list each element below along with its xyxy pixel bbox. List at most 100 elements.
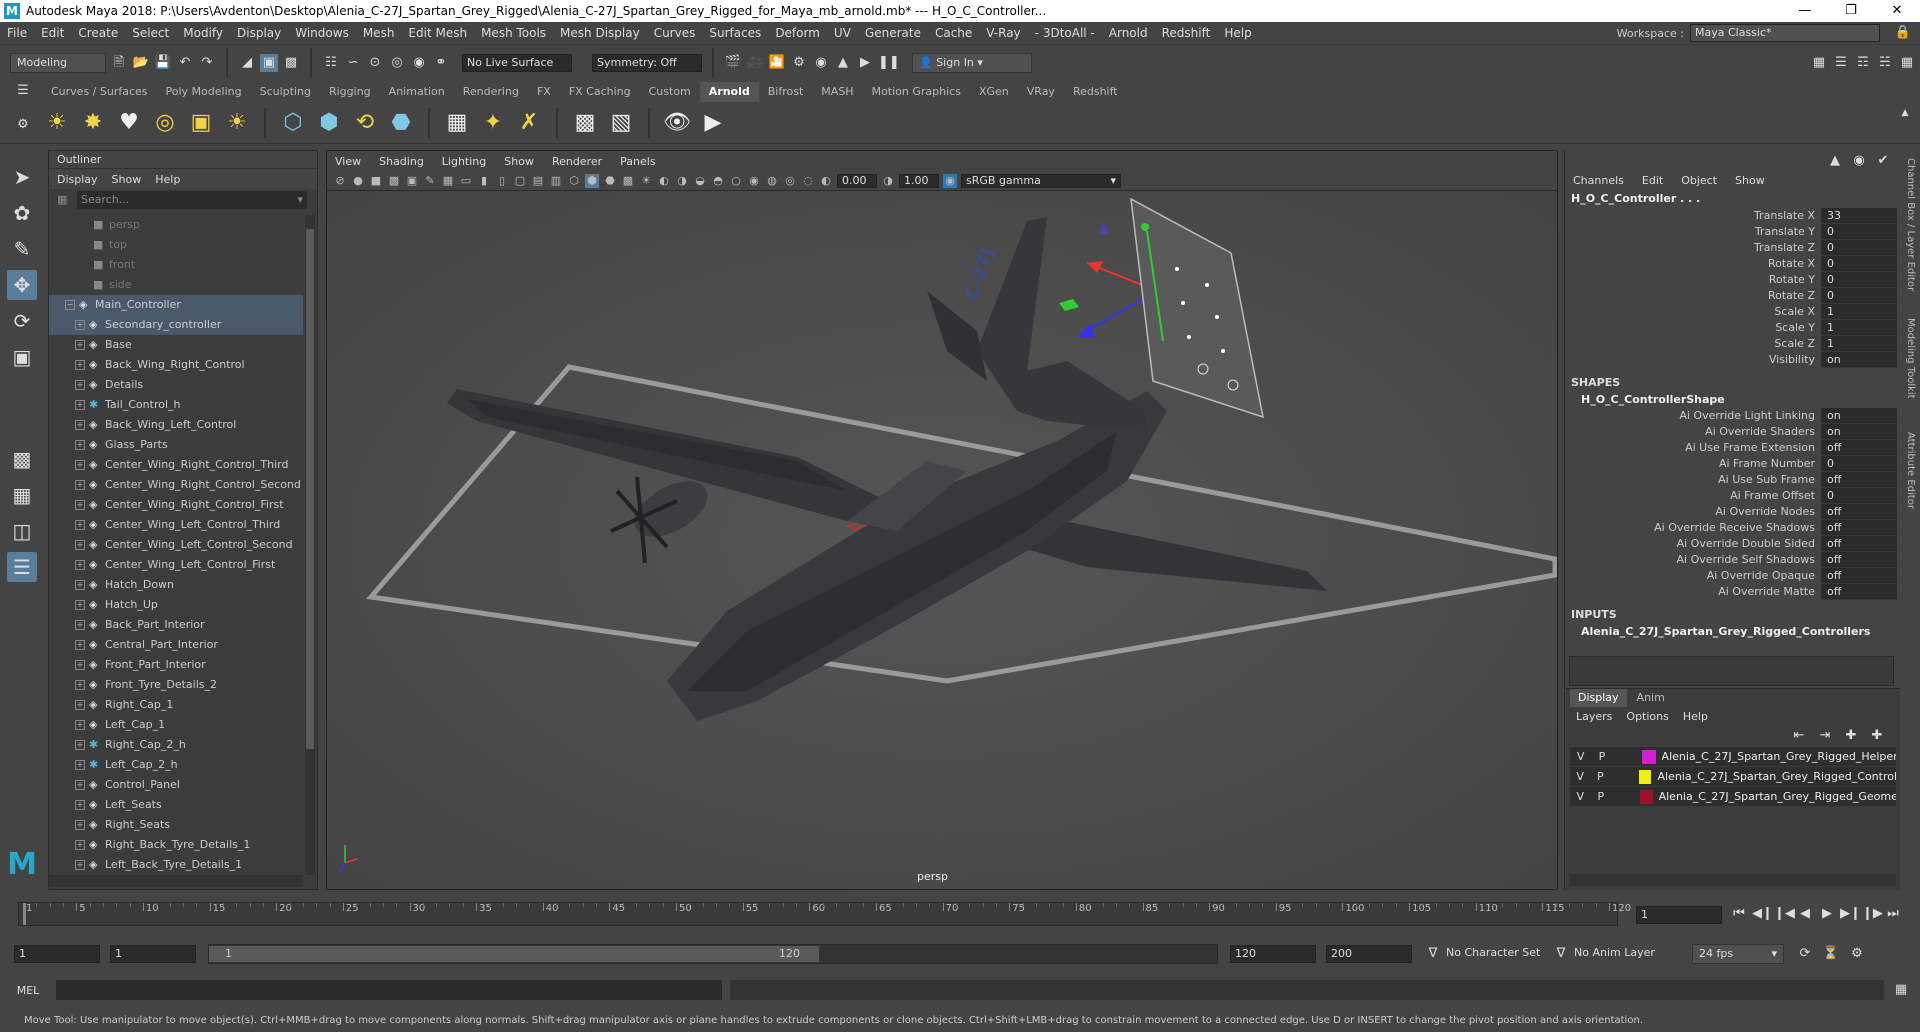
gate-mask-icon[interactable]: ▯ (495, 174, 509, 188)
expand-icon[interactable]: + (75, 580, 85, 590)
expand-icon[interactable]: + (75, 820, 85, 830)
step-forward-key-icon[interactable]: ❙▶ (1862, 905, 1883, 923)
expand-icon[interactable]: + (75, 740, 85, 750)
expand-icon[interactable]: + (75, 420, 85, 430)
menu-redshift[interactable]: Redshift (1155, 26, 1218, 40)
layer-visibility-toggle[interactable]: V (1570, 747, 1591, 767)
shelf-settings-icon[interactable]: ⚙ (14, 116, 32, 134)
expand-icon[interactable]: + (75, 680, 85, 690)
render-frame-icon[interactable]: 🎥 (746, 54, 764, 72)
outliner-item[interactable]: + ◈ Control_Panel (49, 775, 303, 795)
image-plane-icon[interactable]: ▩ (387, 174, 401, 188)
layer-playback-toggle[interactable]: P (1590, 767, 1610, 787)
tool-settings-icon[interactable]: ☶ (1854, 54, 1872, 72)
outliner-item[interactable]: + ◈ Hatch_Up (49, 595, 303, 615)
grease-pencil-icon[interactable]: ✎ (423, 174, 437, 188)
expand-icon[interactable]: + (75, 840, 85, 850)
expand-icon[interactable]: + (75, 600, 85, 610)
expand-icon[interactable]: + (75, 400, 85, 410)
shelf-tab-arnold[interactable]: Arnold (699, 82, 759, 102)
new-layer-icon[interactable]: ✚ (1842, 727, 1860, 745)
outliner-item[interactable]: + ◈ Front_Part_Interior (49, 655, 303, 675)
channel-value[interactable]: 0 (1821, 256, 1897, 272)
hypershade-icon[interactable]: ◉ (812, 54, 830, 72)
channel-name[interactable]: Rotate Z (1565, 288, 1821, 304)
new-scene-icon[interactable]: 🗎 (110, 54, 128, 72)
layer-color-swatch[interactable] (1638, 769, 1652, 784)
menu-surfaces[interactable]: Surfaces (702, 26, 768, 40)
outliner-toggle-icon[interactable]: ▦ (1898, 54, 1916, 72)
expand-icon[interactable]: + (75, 780, 85, 790)
channel-value[interactable]: off (1821, 504, 1897, 520)
four-view-icon[interactable]: ▦ (7, 480, 37, 510)
exposure-icon[interactable]: ◐ (819, 174, 833, 188)
channel-name[interactable]: Ai Override Shaders (1565, 424, 1821, 440)
channel-name[interactable]: Translate Y (1565, 224, 1821, 240)
view-transform-dropdown[interactable]: sRGB gamma ▾ (961, 173, 1121, 188)
safe-title-icon[interactable]: ▥ (549, 174, 563, 188)
isolate-select-icon[interactable]: ◉ (747, 174, 761, 188)
range-slider[interactable]: 1 120 (208, 944, 1218, 964)
shadows-icon[interactable]: ◐ (657, 174, 671, 188)
lock-icon[interactable]: 🔒 (1894, 24, 1912, 42)
expand-icon[interactable]: + (75, 520, 85, 530)
channel-value[interactable]: 0 (1821, 288, 1897, 304)
snap-projected-icon[interactable]: ◎ (388, 54, 406, 72)
expand-icon[interactable]: + (75, 320, 85, 330)
expand-icon[interactable]: + (75, 360, 85, 370)
channel-name[interactable]: Translate X (1565, 208, 1821, 224)
animation-start-field[interactable]: 1 (14, 945, 100, 963)
outliner-item[interactable]: + ◈ Base (49, 335, 303, 355)
current-frame-field[interactable]: 1 (1636, 906, 1722, 924)
outliner-item[interactable]: + ◈ Left_Seats (49, 795, 303, 815)
outliner-item[interactable]: ■ front (49, 255, 303, 275)
layer-visibility-toggle[interactable]: V (1570, 787, 1591, 807)
channel-value[interactable]: off (1821, 584, 1897, 600)
side-tab-modeling-toolkit[interactable]: Modeling Toolkit (1905, 318, 1916, 399)
outliner-layout-icon[interactable]: ☰ (7, 552, 37, 582)
input-node-name[interactable]: Alenia_C_27J_Spartan_Grey_Rigged_Control… (1565, 624, 1900, 640)
channel-name[interactable]: Scale Y (1565, 320, 1821, 336)
channel-value[interactable]: off (1821, 536, 1897, 552)
expand-icon[interactable]: + (75, 720, 85, 730)
menu-display[interactable]: Display (230, 26, 288, 40)
channel-value[interactable]: 1 (1821, 336, 1897, 352)
fps-dropdown[interactable]: 24 fps ▾ (1692, 944, 1784, 964)
paint-select-tool-icon[interactable]: ✎ (7, 234, 37, 264)
expand-icon[interactable]: + (75, 340, 85, 350)
outliner-item[interactable]: + ◈ Details (49, 375, 303, 395)
layer-color-swatch[interactable] (1639, 789, 1653, 804)
open-scene-icon[interactable]: 📂 (132, 54, 150, 72)
outliner-item[interactable]: + ◈ Back_Wing_Left_Control (49, 415, 303, 435)
playback-end-field[interactable]: 120 (1230, 945, 1316, 963)
ipr-render-icon[interactable]: 🎦 (768, 54, 786, 72)
channel-value[interactable]: on (1821, 408, 1897, 424)
viewport-menu-renderer[interactable]: Renderer (552, 155, 602, 168)
xray-icon[interactable]: ◍ (765, 174, 779, 188)
outliner-item[interactable]: + ◈ Back_Wing_Right_Control (49, 355, 303, 375)
outliner-menu-help[interactable]: Help (155, 173, 180, 186)
outliner-hscrollbar[interactable] (49, 875, 303, 887)
live-surface-field[interactable]: No Live Surface (462, 53, 572, 72)
use-all-lights-icon[interactable]: ☀ (639, 174, 653, 188)
outliner-item[interactable]: + ✱ Tail_Control_h (49, 395, 303, 415)
field-chart-icon[interactable]: ▢ (513, 174, 527, 188)
channel-name[interactable]: Ai Override Self Shadows (1565, 552, 1821, 568)
mel-label[interactable]: MEL (0, 984, 56, 997)
workspace-dropdown[interactable]: Maya Classic* (1690, 24, 1880, 42)
snap-grid-icon[interactable]: ☷ (322, 54, 340, 72)
outliner-item[interactable]: + ◈ Glass_Parts (49, 435, 303, 455)
channel-value[interactable]: off (1821, 472, 1897, 488)
layer-color-swatch[interactable] (1641, 749, 1656, 764)
expand-icon[interactable]: + (75, 700, 85, 710)
viewport-menu-panels[interactable]: Panels (620, 155, 655, 168)
channel-name[interactable]: Ai Override Receive Shadows (1565, 520, 1821, 536)
mesh-light-icon[interactable]: ✸ (78, 108, 108, 138)
expand-icon[interactable]: + (75, 620, 85, 630)
menu-generate[interactable]: Generate (858, 26, 928, 40)
menu-arnold[interactable]: Arnold (1102, 26, 1155, 40)
channel-value[interactable]: 0 (1821, 488, 1897, 504)
channel-value[interactable]: 33 (1821, 208, 1897, 224)
channel-value[interactable]: off (1821, 440, 1897, 456)
select-component-icon[interactable]: ▩ (282, 54, 300, 72)
